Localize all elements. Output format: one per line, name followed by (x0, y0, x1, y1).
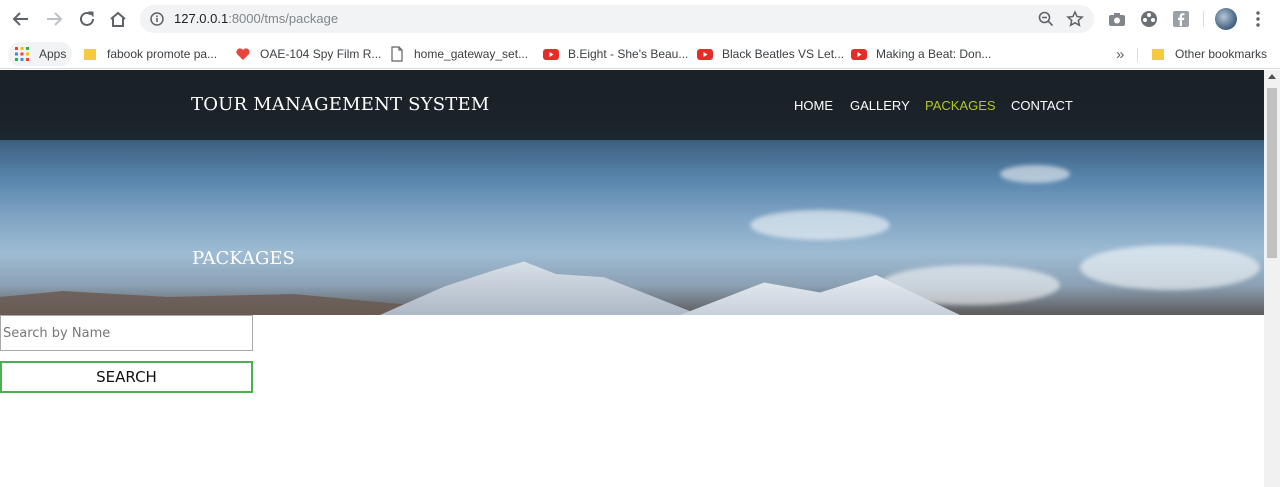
youtube-icon (851, 49, 867, 60)
cloud-shape (1000, 165, 1070, 183)
web-page: PACKAGES TOUR MANAGEMENT SYSTEM HOME GAL… (0, 70, 1264, 487)
info-icon[interactable] (150, 12, 164, 26)
nav-home-link[interactable]: HOME (794, 98, 833, 113)
cloud-shape (1080, 245, 1260, 290)
heart-icon (236, 48, 250, 60)
forward-button[interactable] (43, 8, 65, 30)
back-button[interactable] (10, 8, 32, 30)
scroll-up-arrow-icon[interactable] (1268, 74, 1276, 79)
toolbar-divider (1203, 11, 1204, 27)
bookmarks-overflow-button[interactable]: » (1116, 42, 1124, 66)
bookmark-beight[interactable]: B.Eight - She's Beau... (543, 42, 688, 66)
bookmark-label: fabook promote pa... (107, 47, 218, 61)
bookmark-label: B.Eight - She's Beau... (568, 47, 689, 61)
site-navbar: TOUR MANAGEMENT SYSTEM HOME GALLERY PACK… (0, 70, 1264, 140)
apps-grid-icon (15, 47, 29, 61)
facebook-icon[interactable] (1171, 9, 1191, 29)
bookmark-making-a-beat[interactable]: Making a Beat: Don... (851, 42, 991, 66)
home-button[interactable] (107, 8, 129, 30)
bookmark-label: Black Beatles VS Let... (722, 47, 845, 61)
mountain-ridge (0, 291, 420, 315)
nav-packages-link[interactable]: PACKAGES (925, 98, 996, 113)
bookmarks-bar: Apps fabook promote pa... OAE-104 Spy Fi… (0, 38, 1280, 69)
site-brand[interactable]: TOUR MANAGEMENT SYSTEM (191, 94, 489, 115)
bookmark-label: home_gateway_set... (414, 47, 529, 61)
youtube-icon (697, 49, 713, 60)
bookmark-home-gateway[interactable]: home_gateway_set... (389, 42, 528, 66)
search-button[interactable]: SEARCH (0, 361, 253, 393)
bookmark-label: OAE-104 Spy Film R... (260, 47, 382, 61)
bookmark-label: Making a Beat: Don... (876, 47, 992, 61)
arrow-left-icon (12, 12, 28, 26)
address-bar[interactable]: 127.0.0.1:8000/tms/package (140, 5, 1094, 33)
reload-button[interactable] (76, 8, 98, 30)
url-host: 127.0.0.1 (174, 11, 229, 26)
page-icon (391, 46, 403, 62)
bookmark-fabook[interactable]: fabook promote pa... (82, 42, 217, 66)
bookmarks-divider (1137, 48, 1138, 62)
arrow-right-icon (47, 12, 63, 26)
cloud-shape (750, 210, 890, 240)
vertical-scrollbar[interactable] (1264, 70, 1280, 487)
bookmark-oae[interactable]: OAE-104 Spy Film R... (235, 42, 381, 66)
youtube-icon (543, 49, 559, 60)
home-icon (110, 11, 126, 27)
scrollbar-thumb[interactable] (1267, 88, 1277, 258)
mountain-peak (380, 261, 700, 315)
zoom-out-icon[interactable] (1038, 11, 1054, 27)
film-reel-icon[interactable] (1139, 9, 1159, 29)
bookmark-other[interactable]: Other bookmarks (1150, 42, 1267, 66)
bookmark-apps[interactable]: Apps (8, 42, 73, 66)
hero-title: PACKAGES (192, 248, 295, 269)
nav-gallery-link[interactable]: GALLERY (850, 98, 910, 113)
reload-icon (80, 11, 94, 26)
profile-avatar[interactable] (1215, 8, 1237, 30)
star-icon[interactable] (1066, 10, 1084, 28)
nav-contact-link[interactable]: CONTACT (1011, 98, 1073, 113)
bookmark-black-beatles[interactable]: Black Beatles VS Let... (697, 42, 844, 66)
search-input[interactable] (0, 315, 253, 351)
url-text[interactable]: 127.0.0.1:8000/tms/package (174, 11, 338, 26)
bookmark-label: Other bookmarks (1175, 47, 1268, 61)
browser-toolbar: 127.0.0.1:8000/tms/package (0, 0, 1280, 38)
kebab-menu-icon[interactable] (1252, 10, 1264, 28)
folder-icon (1152, 49, 1164, 60)
bookmark-label: Apps (39, 47, 67, 61)
camera-icon[interactable] (1107, 9, 1127, 29)
url-path: :8000/tms/package (228, 11, 339, 26)
folder-icon (84, 49, 96, 60)
chevron-double-right-icon: » (1116, 45, 1125, 63)
